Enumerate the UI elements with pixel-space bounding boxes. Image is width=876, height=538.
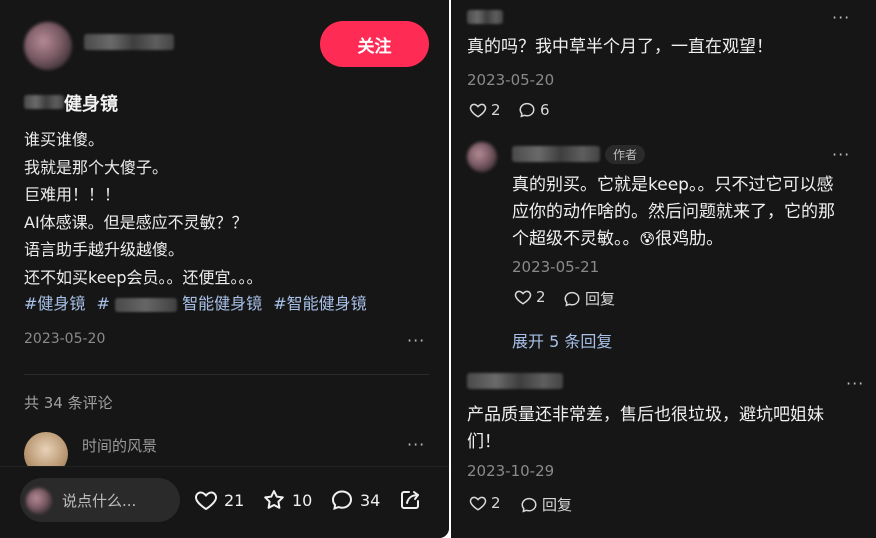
- comment-date: 2023-10-29: [467, 462, 555, 480]
- comment-text: 真的别买。它就是keep。。只不过它可以感 应你的动作啥的。然后问题就来了，它的…: [512, 172, 835, 253]
- comment-like-button[interactable]: 2: [469, 101, 501, 119]
- speech-bubble-icon: [519, 102, 535, 118]
- share-button[interactable]: [398, 488, 422, 512]
- tag-link[interactable]: #智能健身镜: [273, 294, 366, 313]
- comment-more-button[interactable]: ···: [846, 374, 864, 393]
- post-tags: #健身镜 # 智能健身镜 #智能健身镜: [24, 290, 367, 314]
- comment-like-count: 2: [491, 494, 501, 512]
- comment-text-line: 个超级不灵敏。。😰很鸡肋。: [512, 226, 835, 253]
- tag-redacted: [115, 297, 178, 312]
- comment-date: 2023-05-20: [467, 71, 555, 89]
- comment-like-count: 2: [536, 288, 546, 306]
- comment-count-bottom: 34: [360, 490, 381, 510]
- post-body-line: 巨难用！！！: [24, 185, 121, 204]
- comment-count: 共 34 条评论: [24, 394, 113, 412]
- title-prefix-redacted: [24, 95, 64, 109]
- comment-reply-count: 6: [540, 101, 550, 119]
- comment-reply-button[interactable]: 回复: [563, 288, 615, 309]
- star-icon: [264, 490, 284, 509]
- tag-link[interactable]: 智能健身镜: [182, 294, 262, 313]
- like-count: 21: [224, 490, 245, 510]
- comment-text-segment: 很鸡肋。: [655, 229, 724, 249]
- comment-text: 真的吗？我中草半个月了，一直在观望！: [467, 37, 773, 57]
- heart-icon: [195, 491, 217, 511]
- tag-link[interactable]: #: [97, 294, 110, 313]
- share-icon: [401, 491, 419, 509]
- comment-reply-button[interactable]: 6: [518, 101, 550, 119]
- comment-text-line: 应你的动作啥的。然后问题就来了，它的那: [512, 202, 835, 222]
- divider: [24, 374, 429, 375]
- post-title: 健身镜: [64, 94, 118, 115]
- follow-button[interactable]: 关注: [320, 21, 429, 67]
- comment-more-button[interactable]: ···: [832, 8, 850, 27]
- comment-text-segment: 个超级不灵敏。。: [512, 229, 640, 249]
- comment-reply-button[interactable]: 回复: [520, 494, 572, 515]
- post-body: 谁买谁傻。 我就是那个大傻子。 巨难用！！！ AI体感课。但是感应不灵敏？？ 语…: [24, 126, 263, 291]
- tag-link[interactable]: #健身镜: [24, 294, 85, 313]
- author-badge: 作者: [605, 145, 646, 164]
- author-avatar[interactable]: [24, 22, 72, 70]
- post-body-line: 我就是那个大傻子。: [24, 157, 169, 177]
- expand-replies-link[interactable]: 展开 5 条回复: [512, 328, 612, 352]
- heart-icon: [469, 103, 487, 118]
- speech-bubble-icon: [564, 291, 580, 307]
- speech-bubble-icon: [521, 497, 537, 513]
- speech-bubble-icon: [331, 490, 353, 511]
- comment-date: 2023-05-21: [512, 258, 600, 276]
- favorite-button[interactable]: 10: [262, 488, 312, 512]
- comment-text-line: 们！: [467, 432, 501, 452]
- post-body-line: 谁买谁傻。: [24, 130, 105, 149]
- comment-text: 产品质量还非常差，售后也很垃圾，避坑吧姐妹 们！: [467, 402, 824, 456]
- comment-like-button[interactable]: 2: [469, 494, 501, 512]
- preview-commenter-name[interactable]: 时间的风景: [82, 435, 157, 456]
- reply-avatar[interactable]: [467, 142, 497, 172]
- commenter-name[interactable]: [467, 10, 503, 24]
- comment-like-count: 2: [491, 101, 501, 119]
- comment-reply-label: 回复: [585, 290, 616, 308]
- post-more-button[interactable]: ···: [407, 331, 425, 350]
- comment-reply-label: 回复: [542, 496, 573, 514]
- preview-more-button[interactable]: ···: [407, 435, 425, 454]
- comment-more-button[interactable]: ···: [832, 145, 850, 164]
- heart-icon: [514, 290, 532, 305]
- distress-emoji-icon: 😰: [639, 230, 656, 248]
- post-body-line: AI体感课。但是感应不灵敏？？: [24, 212, 248, 232]
- reply-author-name[interactable]: [512, 146, 600, 162]
- like-button[interactable]: 21: [194, 488, 244, 512]
- author-name[interactable]: [84, 34, 174, 50]
- comment-input[interactable]: 说点什么...: [20, 478, 180, 522]
- heart-icon: [469, 496, 487, 511]
- post-body-line: 还不如买keep会员。。还便宜。。。: [24, 267, 263, 287]
- post-panel: 关注 健身镜 谁买谁傻。 我就是那个大傻子。 巨难用！！！ AI体感课。但是感应…: [0, 0, 449, 538]
- favorite-count: 10: [292, 490, 313, 510]
- comment-button[interactable]: 34: [330, 488, 380, 512]
- commenter-name[interactable]: [467, 373, 563, 389]
- comment-like-button[interactable]: 2: [514, 288, 546, 306]
- comment-text-line: 产品质量还非常差，售后也很垃圾，避坑吧姐妹: [467, 405, 824, 425]
- comment-text-line: 真的别买。它就是keep。。只不过它可以感: [512, 175, 834, 195]
- post-body-line: 语言助手越升级越傻。: [24, 240, 185, 259]
- user-avatar: [26, 488, 52, 514]
- post-date: 2023-05-20: [24, 331, 106, 347]
- comment-input-placeholder: 说点什么...: [62, 492, 137, 510]
